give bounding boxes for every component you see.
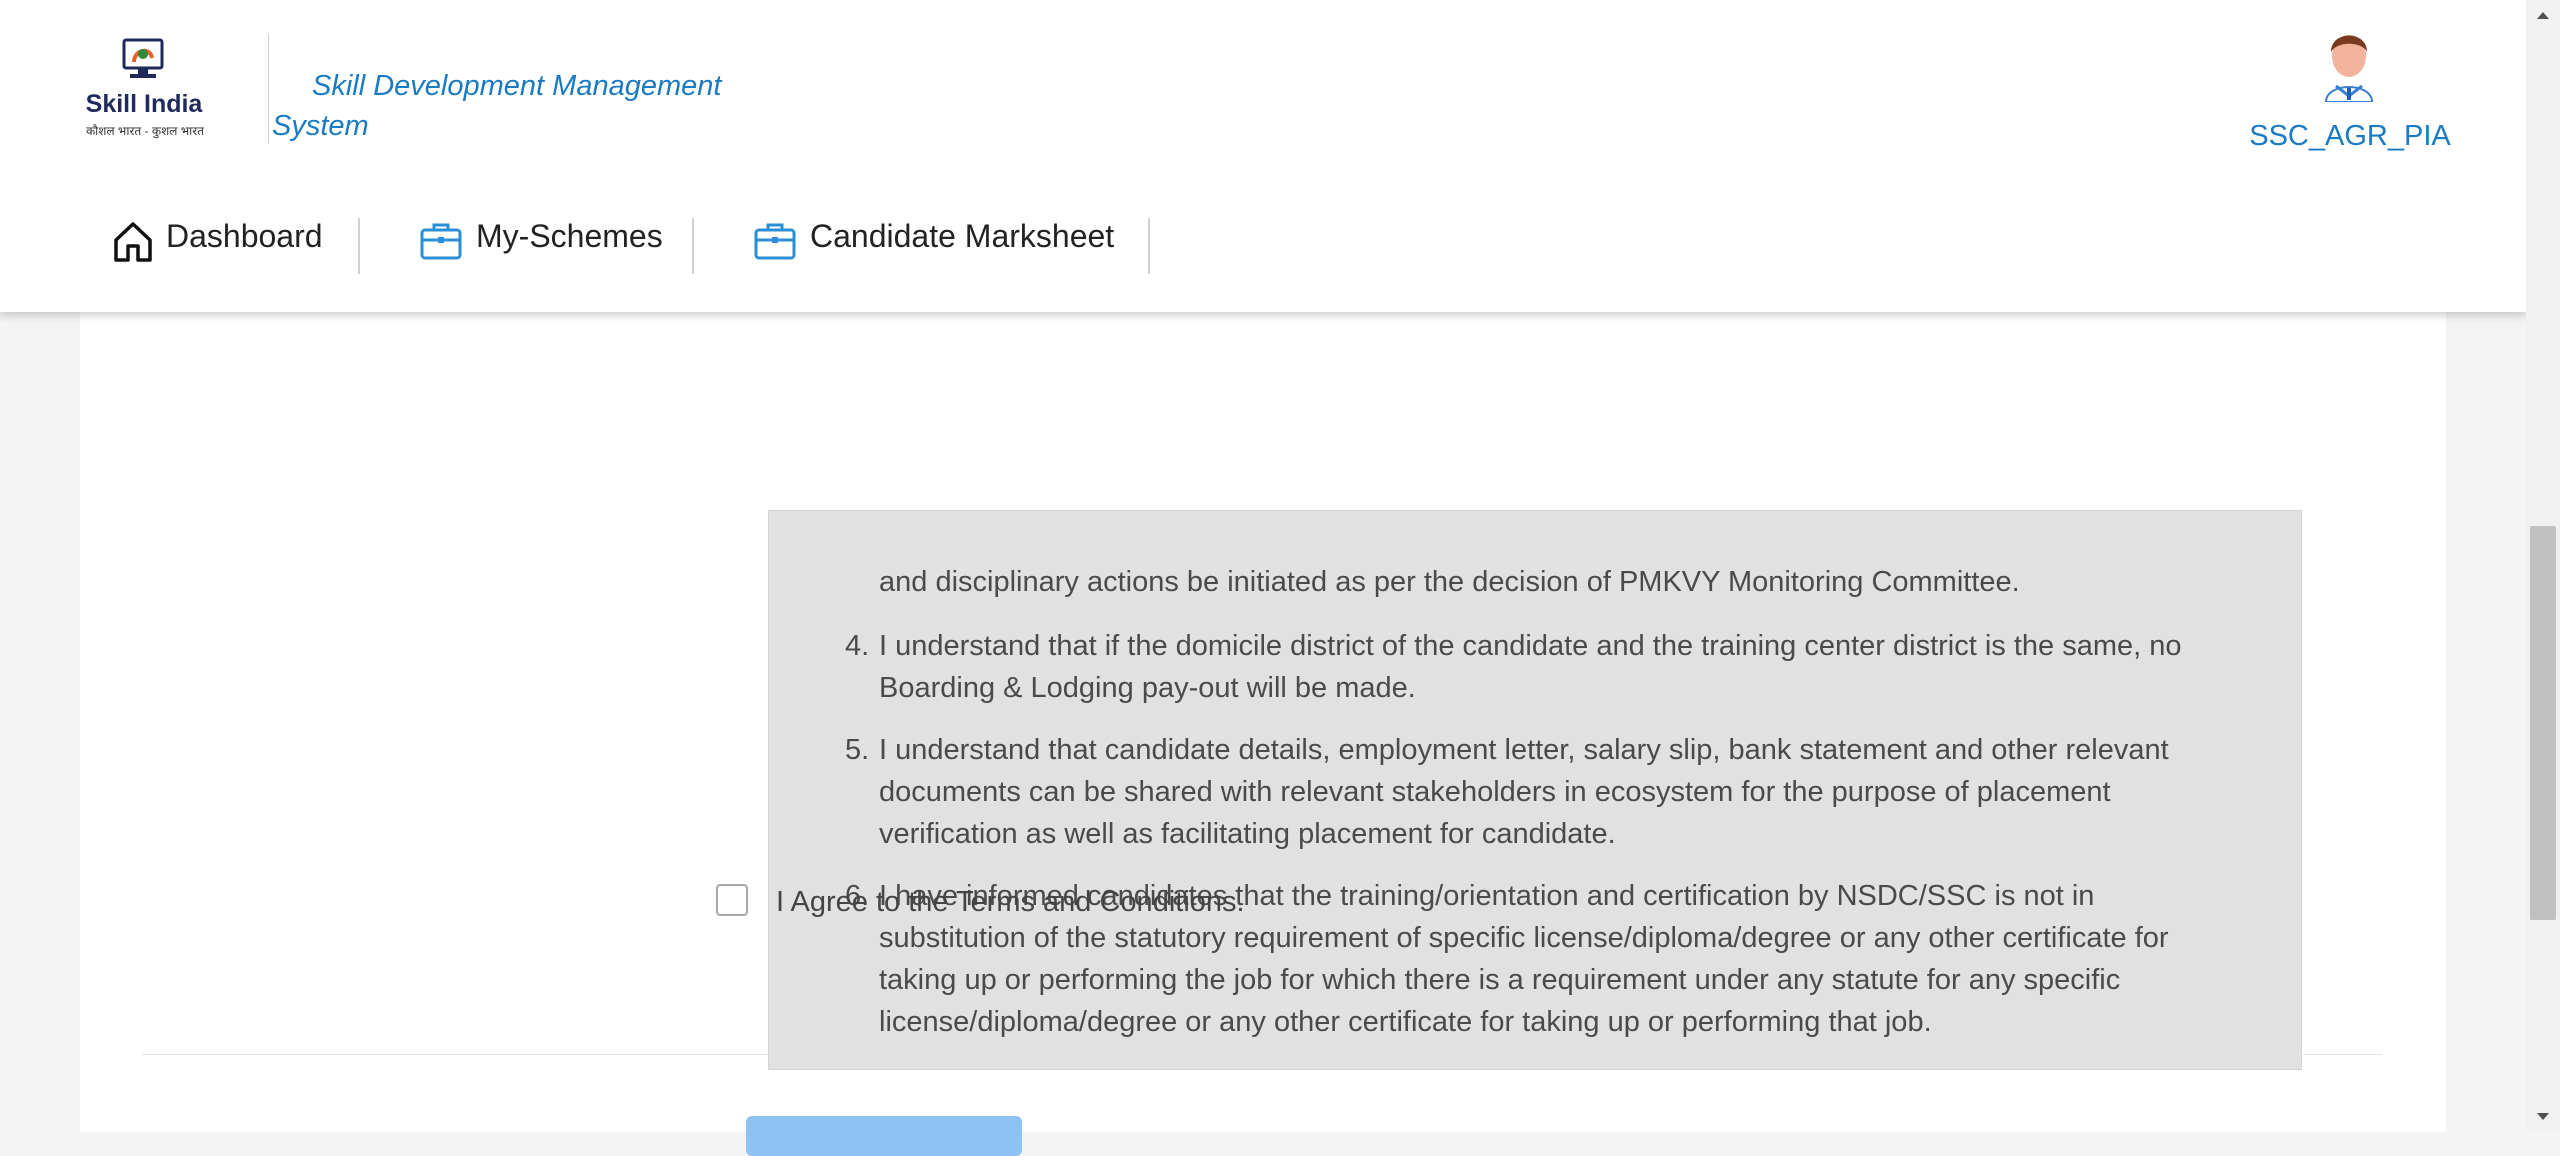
logo-brand-text: Skill India	[85, 90, 203, 118]
app-title: Skill Development Management System	[272, 70, 722, 142]
skill-india-logo[interactable]: Skill India कौशल भारत - कुशल भारत	[80, 36, 210, 146]
term-number: 4.	[845, 630, 870, 662]
header-separator	[268, 34, 269, 144]
nav-candidate-marksheet[interactable]: Candidate Marksheet	[752, 210, 1122, 270]
nav-separator	[358, 218, 360, 274]
header: Skill India कौशल भारत - कुशल भारत Skill …	[0, 0, 2526, 312]
logo-tagline: कौशल भारत - कुशल भारत	[85, 124, 205, 138]
terms-partial-text: and disciplinary actions be initiated as…	[879, 566, 2020, 598]
nav-my-schemes[interactable]: My-Schemes	[418, 210, 668, 270]
term-item-5: 5. I understand that candidate details, …	[845, 729, 2239, 855]
term-line: substitution of the statutory requiremen…	[879, 922, 2169, 954]
term-number: 5.	[845, 734, 870, 766]
term-line: Boarding & Lodging pay-out will be made.	[879, 672, 1416, 704]
terms-partial-line: and disciplinary actions be initiated as…	[879, 561, 2239, 603]
agree-label: I Agree to the Terms and Conditions.	[776, 886, 1245, 918]
term-line: license/diploma/degree or any other cert…	[879, 1006, 1932, 1038]
nav-label: Dashboard	[166, 218, 323, 254]
user-name[interactable]: SSC_AGR_PIA	[2240, 120, 2460, 153]
user-avatar-icon[interactable]	[2316, 26, 2382, 102]
term-line: documents can be shared with relevant st…	[879, 776, 2111, 808]
term-line: I understand that candidate details, emp…	[879, 734, 2169, 766]
term-line: I understand that if the domicile distri…	[879, 630, 2182, 662]
agree-checkbox[interactable]	[716, 884, 748, 916]
nav-separator	[1148, 218, 1150, 274]
main-card: and disciplinary actions be initiated as…	[80, 250, 2446, 1132]
term-line: verification as well as facilitating pla…	[879, 818, 1616, 850]
scroll-down-arrow-icon[interactable]	[2526, 1102, 2560, 1132]
page-scrollbar[interactable]	[2526, 0, 2560, 1132]
nav-label: My-Schemes	[476, 218, 663, 254]
briefcase-icon	[754, 223, 796, 260]
briefcase-icon	[420, 223, 462, 260]
nav-label: Candidate Marksheet	[810, 218, 1115, 254]
submit-button[interactable]	[746, 1116, 1022, 1156]
term-item-4: 4. I understand that if the domicile dis…	[845, 625, 2239, 709]
terms-box: and disciplinary actions be initiated as…	[768, 510, 2302, 1070]
nav-dashboard[interactable]: Dashboard	[110, 210, 330, 270]
divider	[142, 1054, 2382, 1055]
nav-separator	[692, 218, 694, 274]
scroll-up-arrow-icon[interactable]	[2526, 0, 2560, 30]
scroll-thumb[interactable]	[2530, 526, 2556, 920]
home-icon	[114, 222, 152, 262]
skill-india-emblem-icon	[122, 38, 164, 78]
term-line: taking up or performing the job for whic…	[879, 964, 2121, 996]
